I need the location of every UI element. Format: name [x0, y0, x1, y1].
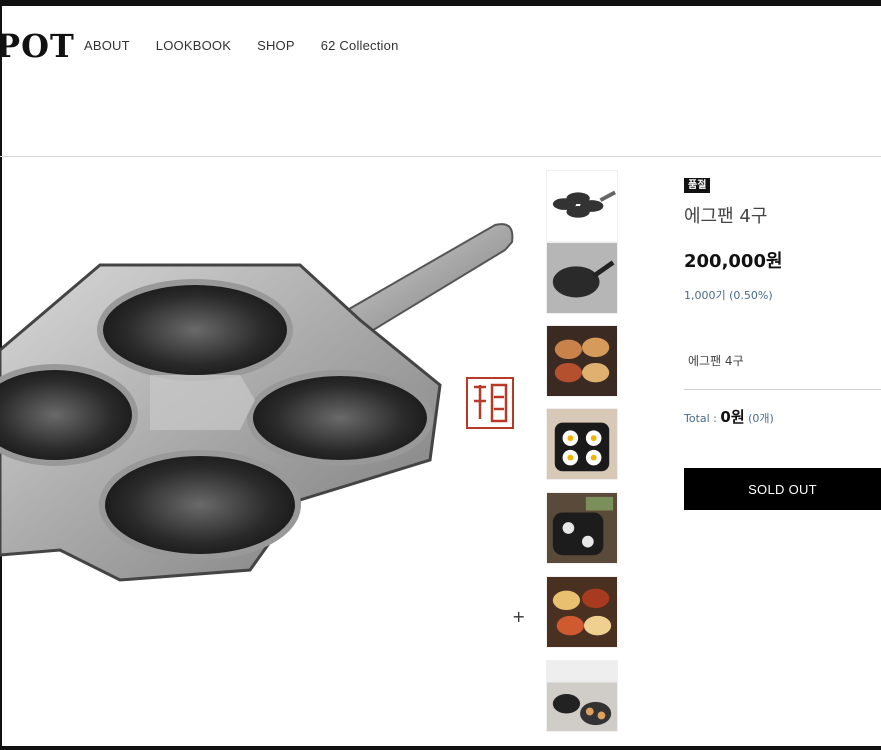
total-summary: Total : 0원 (0개): [684, 406, 774, 427]
total-label: Total :: [684, 412, 721, 425]
nav-lookbook[interactable]: LOOKBOOK: [156, 38, 231, 53]
reward-points: 1,000기 (0.50%): [684, 289, 773, 302]
nav-shop[interactable]: SHOP: [257, 38, 295, 53]
selected-option: 에그팬 4구: [688, 354, 744, 368]
top-border: [0, 0, 881, 6]
thumbnail-4[interactable]: [546, 408, 618, 480]
total-count: (0개): [744, 412, 774, 425]
sold-out-button[interactable]: SOLD OUT: [684, 468, 881, 510]
product-name: 에그팬 4구: [684, 206, 768, 227]
thumbnail-7[interactable]: [546, 660, 618, 732]
thumbnail-6[interactable]: [546, 576, 618, 648]
thumbnail-3[interactable]: [546, 325, 618, 397]
info-divider: [684, 389, 881, 390]
seal-stamp-image: [466, 377, 514, 429]
product-price: 200,000원: [684, 251, 783, 272]
bottom-border: [0, 746, 881, 750]
thumbnail-2[interactable]: [546, 242, 618, 314]
nav-about[interactable]: ABOUT: [84, 38, 130, 53]
main-product-image[interactable]: [0, 170, 540, 600]
soldout-badge: 품절: [684, 178, 711, 193]
thumbnail-1[interactable]: [546, 170, 618, 242]
header-divider: [0, 156, 881, 157]
site-logo[interactable]: POT: [0, 26, 75, 66]
total-amount: 0원: [720, 408, 745, 426]
thumbnail-5[interactable]: [546, 492, 618, 564]
main-nav: ABOUT LOOKBOOK SHOP 62 Collection: [84, 38, 399, 53]
nav-62-collection[interactable]: 62 Collection: [321, 38, 399, 53]
zoom-icon[interactable]: +: [512, 607, 525, 626]
